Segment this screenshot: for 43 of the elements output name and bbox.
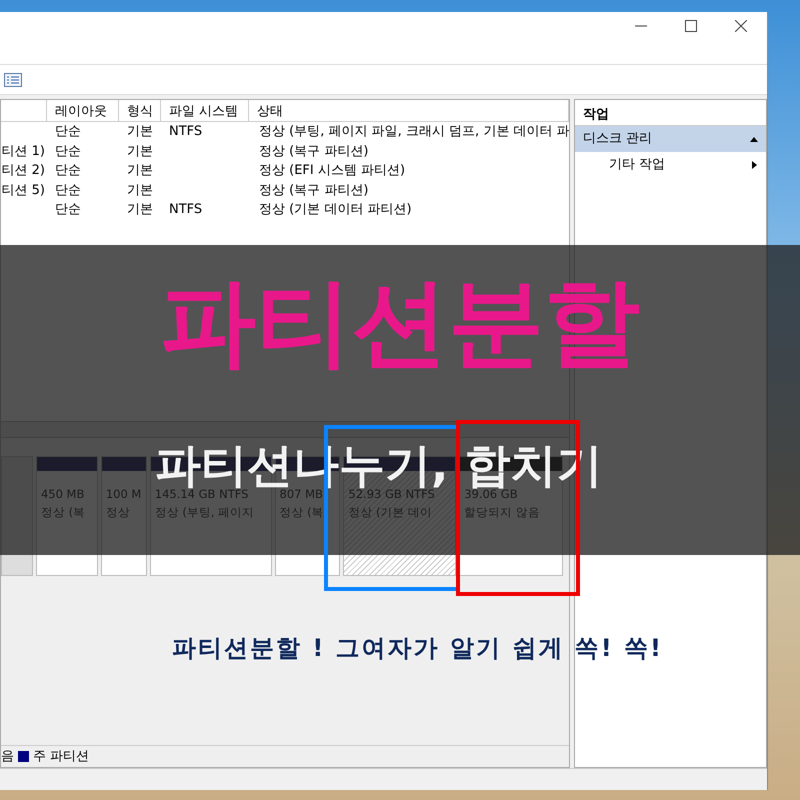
- table-cell-text: 단순: [54, 162, 82, 180]
- partition-status: 정상 (기본 데이: [348, 504, 434, 521]
- table-cell-text: 기본: [126, 162, 154, 180]
- table-cell-text: 티션 1): [1, 142, 46, 160]
- table-cell-text: NTFS: [168, 123, 204, 141]
- tagline: 파티션분할 ! 그여자가 알기 쉽게 쏙! 쏙!: [172, 633, 663, 664]
- column-header[interactable]: 상태: [249, 100, 569, 121]
- table-cell-text: 정상 (복구 파티션): [258, 142, 370, 160]
- partition-status: 정상: [106, 504, 131, 521]
- table-cell-text: 티션 2): [1, 162, 46, 180]
- properties-icon[interactable]: [4, 72, 22, 86]
- table-cell-text: NTFS: [168, 201, 204, 219]
- table-cell-text: 단순: [54, 201, 82, 219]
- table-cell-text: 정상 (부팅, 페이지 파일, 크래시 덤프, 기본 데이터 파: [258, 123, 569, 141]
- column-header[interactable]: 형식: [119, 100, 161, 121]
- table-cell-text: 단순: [54, 142, 82, 160]
- column-header[interactable]: 레이아웃: [47, 100, 119, 121]
- partition-size: 450 MB: [40, 486, 86, 503]
- table-cell-text: 정상 (EFI 시스템 파티션): [258, 162, 406, 180]
- maximize-icon[interactable]: [685, 20, 697, 32]
- close-icon[interactable]: [735, 20, 747, 32]
- table-cell-text: 정상 (복구 파티션): [258, 182, 370, 200]
- partition-status: 정상 (부팅, 페이지: [154, 504, 256, 521]
- table-cell-text: 정상 (기본 데이터 파티션): [258, 201, 413, 219]
- table-cell-text: 티션 5): [1, 182, 46, 200]
- action-group-header[interactable]: 디스크 관리: [575, 126, 766, 152]
- legend-label: 음: [1, 748, 14, 766]
- table-cell-text: 기본: [126, 142, 154, 160]
- minimize-icon[interactable]: [635, 25, 647, 27]
- submenu-arrow-icon: [750, 161, 758, 169]
- table-cell-text: 단순: [54, 123, 82, 141]
- action-item[interactable]: 기타 작업: [575, 152, 766, 178]
- partition-size: 100 M: [106, 486, 142, 503]
- table-cell-text: 기본: [126, 201, 154, 219]
- partition-status: 정상 (복: [40, 504, 86, 521]
- legend-label: 주 파티션: [33, 748, 90, 766]
- partition-status: 정상 (복: [280, 504, 325, 521]
- partition-status: 할당되지 않음: [464, 504, 541, 521]
- table-cell-text: 기본: [126, 182, 154, 200]
- banner-title: 파티션분할: [159, 270, 641, 376]
- table-cell-text: 단순: [54, 182, 82, 200]
- column-header[interactable]: 파일 시스템: [161, 100, 249, 121]
- table-cell-text: 기본: [126, 123, 154, 141]
